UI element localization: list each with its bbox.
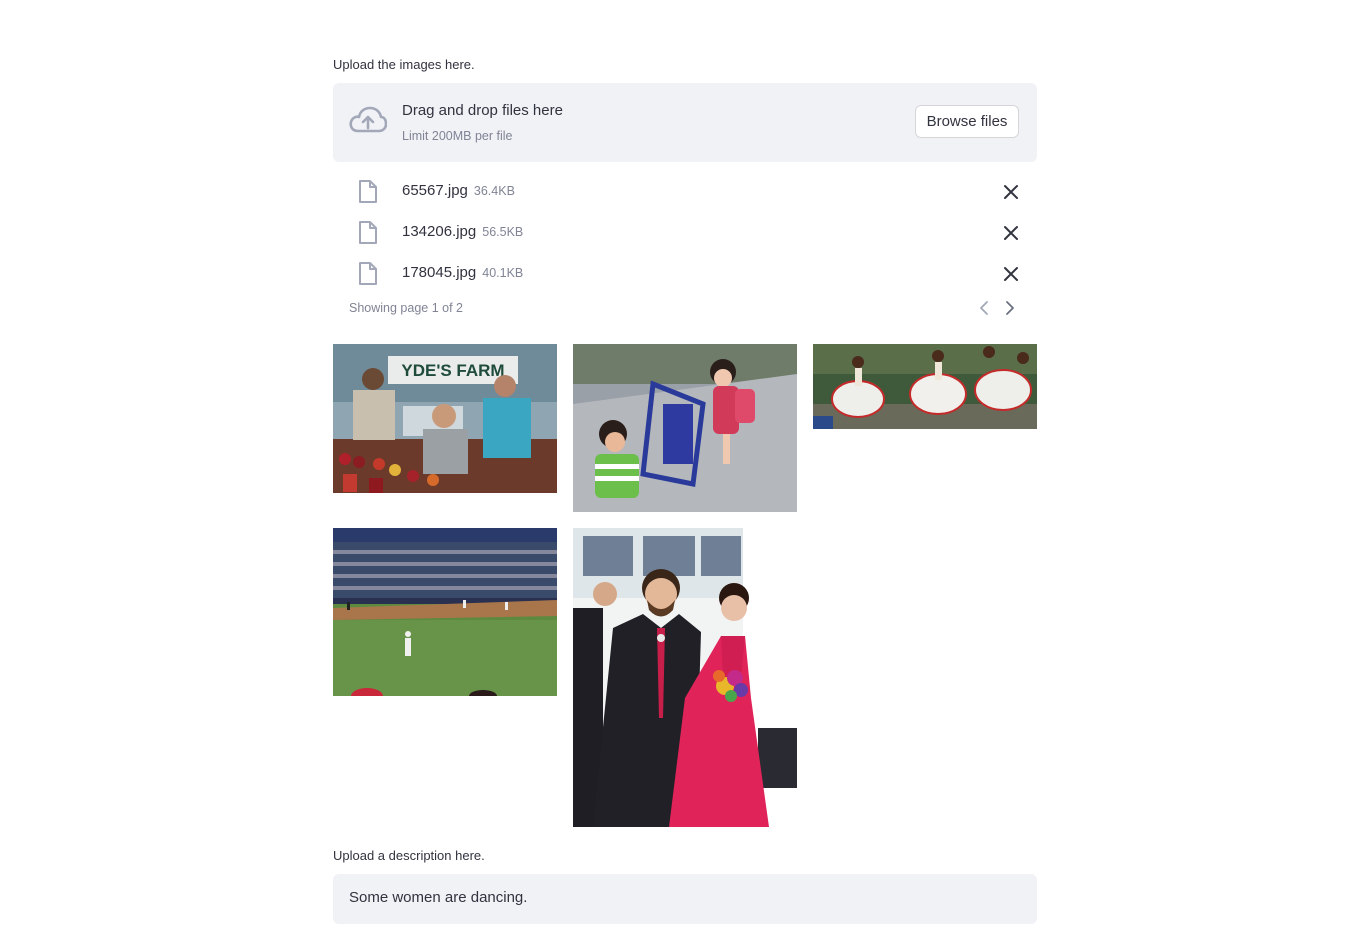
- description-input[interactable]: Some women are dancing.: [333, 874, 1037, 924]
- description-value[interactable]: Some women are dancing.: [349, 889, 527, 906]
- image-uploader-label: Upload the images here.: [333, 57, 475, 72]
- file-name: 134206.jpg: [402, 223, 477, 240]
- dropzone-limit: Limit 200MB per file: [402, 129, 513, 143]
- image-wedding-couple: [573, 528, 797, 827]
- chevron-right-icon[interactable]: [1000, 299, 1018, 317]
- file-icon: [359, 262, 377, 285]
- file-icon: [359, 180, 377, 203]
- file-name: 178045.jpg: [402, 264, 477, 281]
- file-size: 40.1KB: [482, 266, 524, 280]
- file-list-item: 134206.jpg 56.5KB: [333, 212, 1037, 252]
- close-icon[interactable]: [1000, 263, 1022, 285]
- file-list-item: 65567.jpg 36.4KB: [333, 171, 1037, 211]
- svg-text:YDE'S FARM: YDE'S FARM: [401, 361, 504, 380]
- dropzone-title: Drag and drop files here: [402, 102, 563, 119]
- file-icon: [359, 221, 377, 244]
- cloud-upload-icon: [349, 106, 387, 133]
- image-farm-market: YDE'S FARM: [333, 344, 557, 493]
- close-icon[interactable]: [1000, 181, 1022, 203]
- close-icon[interactable]: [1000, 222, 1022, 244]
- image-children-stroller: [573, 344, 797, 512]
- image-dancers: [813, 344, 1037, 429]
- file-list-item: 178045.jpg 40.1KB: [333, 253, 1037, 293]
- image-baseball-stadium: [333, 528, 557, 696]
- file-dropzone[interactable]: Drag and drop files here Limit 200MB per…: [333, 83, 1037, 162]
- pagination-status: Showing page 1 of 2: [349, 301, 463, 315]
- description-label: Upload a description here.: [333, 848, 485, 863]
- file-size: 36.4KB: [473, 184, 515, 198]
- chevron-left-icon[interactable]: [976, 299, 994, 317]
- file-size: 56.5KB: [482, 225, 524, 239]
- browse-files-button[interactable]: Browse files: [915, 105, 1019, 138]
- file-name: 65567.jpg: [402, 182, 468, 199]
